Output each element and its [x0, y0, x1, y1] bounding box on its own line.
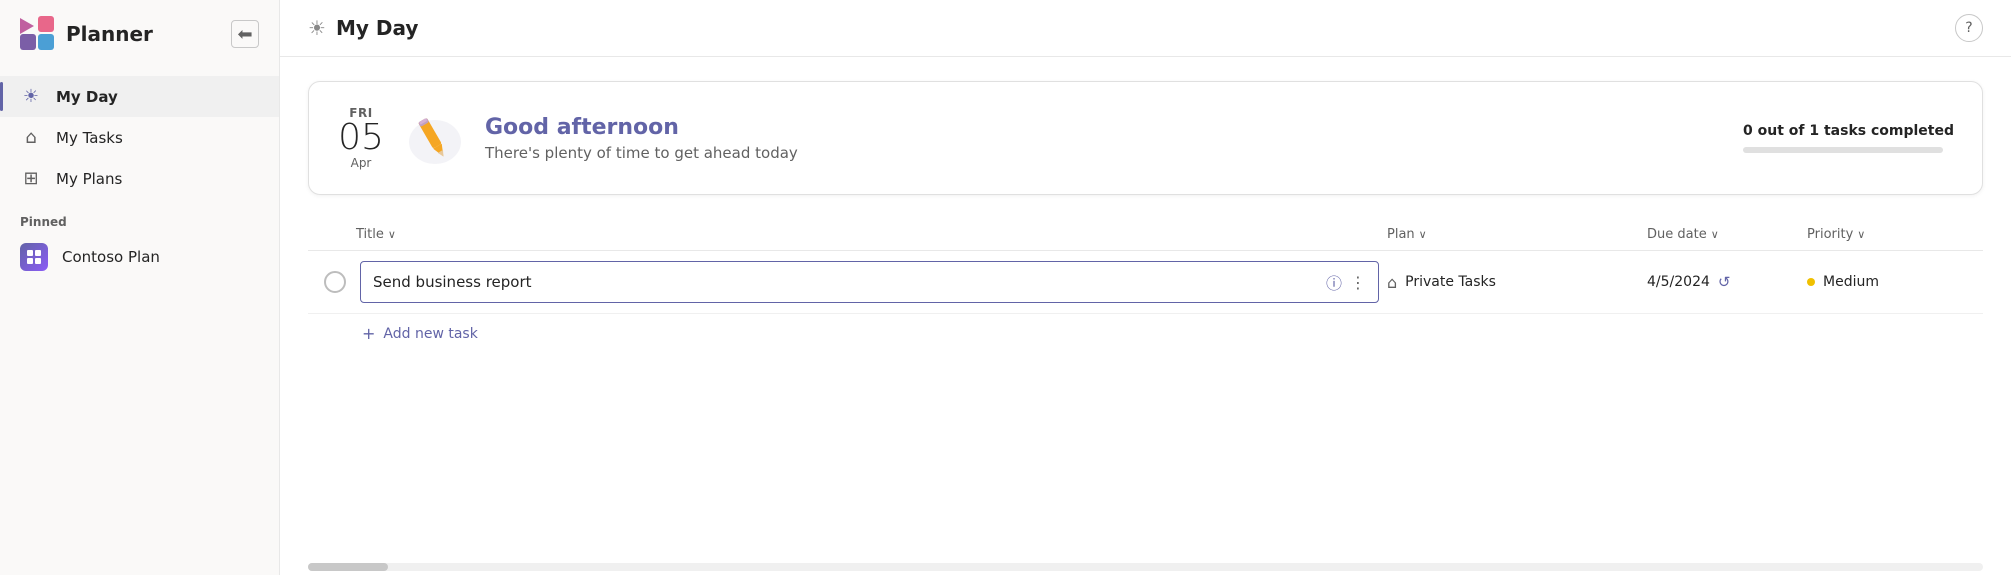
greeting-illustration [405, 108, 465, 168]
task-table: Title ∨ Plan ∨ Due date ∨ Priority ∨ [308, 219, 1983, 353]
grid-small-icon [26, 249, 42, 265]
my-day-icon: ☀ [308, 16, 326, 40]
date-block: FRI 05 Apr [337, 106, 385, 170]
app-name: Planner [66, 22, 153, 46]
task-info-icon[interactable]: ⓘ [1326, 270, 1342, 294]
page-title-text: My Day [336, 16, 418, 40]
nav-item-label: My Plans [56, 170, 122, 188]
sidebar-item-contoso-plan[interactable]: Contoso Plan [0, 233, 279, 281]
tasks-progress: 0 out of 1 tasks completed [1743, 123, 1954, 153]
col-header-priority[interactable]: Priority ∨ [1807, 227, 1967, 242]
help-button[interactable]: ? [1955, 14, 1983, 42]
help-icon: ? [1965, 20, 1972, 36]
nav-item-label: My Day [56, 88, 118, 106]
scrollbar-thumb[interactable] [308, 563, 388, 571]
collapse-icon: ⬅ [237, 24, 252, 45]
task-title-text: Send business report [373, 273, 1318, 291]
pencil-illustration-icon [405, 108, 465, 168]
pinned-item-label: Contoso Plan [62, 248, 160, 266]
sidebar: Planner ⬅ ☀ My Day ⌂ My Tasks ⊞ My Plans… [0, 0, 280, 575]
table-row: Send business report ⓘ ⋮ ⌂ Private Tasks… [308, 251, 1983, 314]
task-priority-cell: Medium [1807, 274, 1967, 290]
greeting-card: FRI 05 Apr [308, 81, 1983, 195]
task-more-options-icon[interactable]: ⋮ [1350, 273, 1366, 292]
priority-sort-icon: ∨ [1857, 228, 1865, 241]
contoso-plan-icon [20, 243, 48, 271]
sidebar-item-my-day[interactable]: ☀ My Day [0, 76, 279, 117]
duedate-sort-icon: ∨ [1711, 228, 1719, 241]
grid-icon: ⊞ [20, 168, 42, 189]
title-sort-icon: ∨ [388, 228, 396, 241]
sidebar-nav: ☀ My Day ⌂ My Tasks ⊞ My Plans Pinned Co… [0, 68, 279, 575]
greeting-text: Good afternoon There's plenty of time to… [485, 115, 1723, 162]
table-header: Title ∨ Plan ∨ Due date ∨ Priority ∨ [308, 219, 1983, 251]
nav-item-label: My Tasks [56, 129, 123, 147]
content-area: FRI 05 Apr [280, 57, 2011, 559]
sidebar-item-my-plans[interactable]: ⊞ My Plans [0, 158, 279, 199]
progress-bar-background [1743, 147, 1943, 153]
task-due-date: 4/5/2024 [1647, 274, 1710, 290]
home-icon: ⌂ [20, 127, 42, 148]
pinned-section-label: Pinned [0, 199, 279, 233]
col-header-due-date[interactable]: Due date ∨ [1647, 227, 1807, 242]
planner-logo-icon [20, 16, 56, 52]
task-due-date-cell: 4/5/2024 ↺ [1647, 273, 1807, 291]
col-header-plan[interactable]: Plan ∨ [1387, 227, 1647, 242]
private-tasks-icon: ⌂ [1387, 273, 1397, 292]
horizontal-scrollbar[interactable] [308, 563, 1983, 571]
month-label: Apr [337, 156, 385, 170]
recurrence-icon[interactable]: ↺ [1718, 273, 1731, 291]
task-plan-name: Private Tasks [1405, 274, 1496, 290]
sidebar-header: Planner ⬅ [0, 0, 279, 68]
task-priority-label: Medium [1823, 274, 1879, 290]
plan-sort-icon: ∨ [1419, 228, 1427, 241]
add-task-icon: + [362, 324, 375, 343]
collapse-sidebar-button[interactable]: ⬅ [231, 20, 259, 48]
task-title-cell: Send business report ⓘ ⋮ [360, 261, 1387, 303]
add-task-row[interactable]: + Add new task [308, 314, 1983, 353]
col-header-title[interactable]: Title ∨ [356, 227, 1387, 242]
task-complete-checkbox[interactable] [324, 271, 346, 293]
task-title-input-wrapper[interactable]: Send business report ⓘ ⋮ [360, 261, 1379, 303]
progress-label: 0 out of 1 tasks completed [1743, 123, 1954, 139]
greeting-subtitle: There's plenty of time to get ahead toda… [485, 144, 1723, 162]
page-title: ☀ My Day [308, 16, 418, 40]
sidebar-brand: Planner [20, 16, 153, 52]
day-number: 05 [337, 120, 385, 156]
sidebar-item-my-tasks[interactable]: ⌂ My Tasks [0, 117, 279, 158]
add-task-label: Add new task [383, 326, 477, 342]
main-content: ☀ My Day ? FRI 05 Apr [280, 0, 2011, 575]
sun-icon: ☀ [20, 86, 42, 107]
main-header: ☀ My Day ? [280, 0, 2011, 57]
greeting-title: Good afternoon [485, 115, 1723, 140]
priority-dot-icon [1807, 278, 1815, 286]
task-plan-cell: ⌂ Private Tasks [1387, 273, 1647, 292]
